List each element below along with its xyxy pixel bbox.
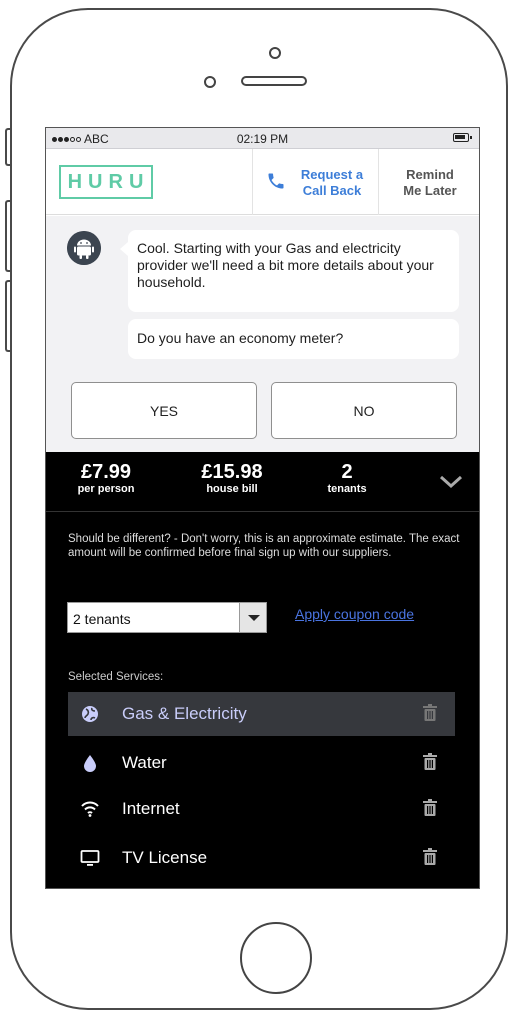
service-item-gas-electricity[interactable]: Gas & Electricity	[68, 692, 455, 736]
bot-question-bubble: Do you have an economy meter?	[128, 319, 459, 359]
services-title: Selected Services:	[68, 671, 164, 683]
service-label: TV License	[122, 848, 208, 867]
app-header: HURU Request a Call Back Remind Me Later	[46, 149, 479, 215]
request-callback-button[interactable]: Request a Call Back	[252, 149, 379, 215]
phone-icon	[268, 173, 284, 189]
remind-label: Remind Me Later	[403, 167, 457, 198]
tenants-label: tenants	[327, 483, 367, 495]
tenants-select[interactable]: 2 tenants	[67, 602, 267, 633]
trash-icon[interactable]	[423, 704, 437, 721]
home-button[interactable]	[240, 922, 312, 994]
tenants-select-value: 2 tenants	[73, 611, 131, 627]
service-item-internet[interactable]: Internet	[68, 787, 455, 831]
house-bill-stat: £15.98 house bill	[184, 461, 280, 496]
tenants-value: 2	[341, 461, 353, 483]
wifi-icon	[81, 801, 99, 817]
service-label: Gas & Electricity	[122, 704, 247, 723]
estimate-note: Should be different? - Don't worry, this…	[68, 533, 460, 559]
house-bill-value: £15.98	[201, 461, 263, 483]
chat-area: Cool. Starting with your Gas and electri…	[46, 216, 479, 452]
no-button[interactable]: NO	[271, 382, 457, 439]
proximity-sensor	[204, 76, 216, 88]
tv-icon	[80, 850, 100, 866]
trash-icon[interactable]	[423, 799, 437, 816]
per-person-stat: £7.99 per person	[68, 461, 144, 496]
globe-icon	[82, 706, 98, 722]
status-time: 02:19 PM	[236, 132, 289, 146]
service-item-tv-license[interactable]: TV License	[68, 836, 455, 880]
dropdown-arrow-icon	[239, 603, 266, 632]
bill-summary[interactable]: £7.99 per person £15.98 house bill 2 ten…	[46, 452, 479, 512]
tenants-stat: 2 tenants	[314, 461, 380, 496]
per-person-value: £7.99	[80, 461, 132, 483]
water-drop-icon	[84, 755, 96, 772]
battery-icon	[453, 133, 472, 142]
apply-coupon-link[interactable]: Apply coupon code	[295, 606, 414, 622]
service-label: Water	[122, 753, 167, 772]
bot-message-bubble: Cool. Starting with your Gas and electri…	[120, 230, 459, 312]
remind-later-button[interactable]: Remind Me Later	[379, 149, 479, 215]
status-bar: ABC 02:19 PM	[46, 128, 479, 149]
service-label: Internet	[122, 799, 180, 818]
callback-label: Request a Call Back	[300, 167, 364, 198]
yes-button[interactable]: YES	[71, 382, 257, 439]
per-person-label: per person	[77, 483, 135, 495]
chevron-down-icon[interactable]	[438, 474, 464, 490]
bill-panel: £7.99 per person £15.98 house bill 2 ten…	[46, 452, 479, 888]
trash-icon[interactable]	[423, 848, 437, 865]
huru-logo: HURU	[59, 165, 153, 199]
service-item-water[interactable]: Water	[68, 741, 455, 785]
trash-icon[interactable]	[423, 753, 437, 770]
phone-screen: ABC 02:19 PM HURU Request a Call Back Re…	[45, 127, 480, 889]
android-bot-icon	[67, 231, 101, 265]
front-camera	[269, 47, 281, 59]
earpiece-speaker	[241, 76, 307, 86]
house-bill-label: house bill	[206, 483, 258, 495]
